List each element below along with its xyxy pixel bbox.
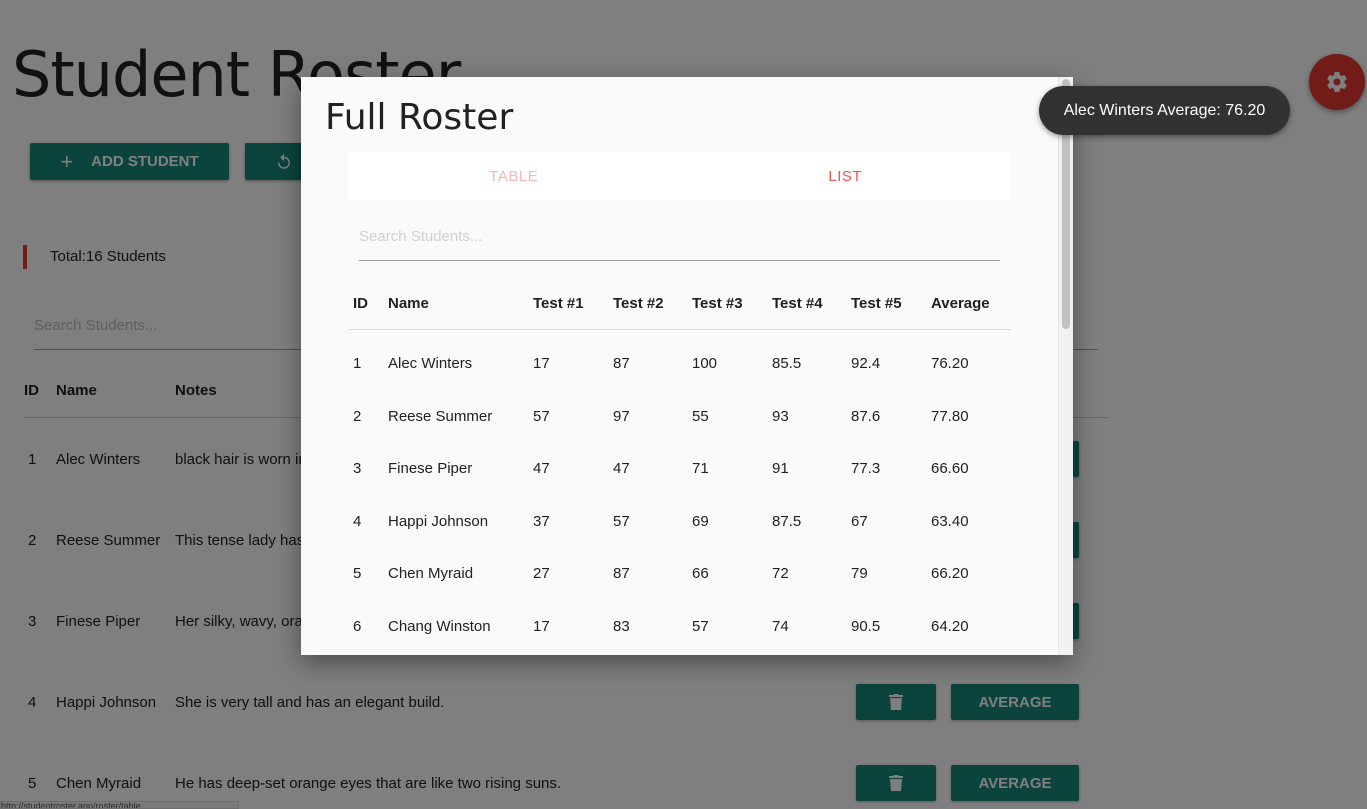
roster-row: 5 Chen Myraid 27 87 66 72 79 66.20 [348,548,1011,600]
roster-row: 4 Happi Johnson 37 57 69 87.5 67 63.40 [348,496,1011,548]
tab-table[interactable]: TABLE [348,152,680,200]
cell-test-1: 47 [533,460,550,477]
roster-row: 6 Chang Winston 17 83 57 74 90.5 64.20 [348,601,1011,653]
cell-test-2: 97 [613,408,630,425]
cell-id: 6 [353,618,362,635]
cell-test-3: 100 [692,355,718,372]
cell-test-4: 93 [772,408,789,425]
cell-test-2: 83 [613,618,630,635]
full-roster-modal: Full Roster TABLE LIST Search Students..… [301,77,1073,655]
tab-list[interactable]: LIST [680,152,1012,200]
header-name: Name [388,295,429,312]
cell-test-1: 57 [533,408,550,425]
cell-test-4: 87.5 [772,513,802,530]
view-tabs: TABLE LIST [348,152,1011,200]
roster-table-header: ID Name Test #1 Test #2 Test #3 Test #4 … [348,282,1011,330]
cell-average: 66.60 [931,460,969,477]
modal-search-input[interactable]: Search Students... [359,225,1000,261]
cell-test-2: 47 [613,460,630,477]
header-average: Average [931,295,990,312]
cell-test-3: 71 [692,460,709,477]
cell-average: 64.20 [931,618,969,635]
header-id: ID [353,295,368,312]
cell-test-3: 57 [692,618,709,635]
cell-test-1: 17 [533,355,550,372]
header-test-2: Test #2 [613,295,664,312]
cell-name: Alec Winters [388,355,473,372]
cell-name: Chang Winston [388,618,491,635]
cell-id: 1 [353,355,362,372]
cell-average: 77.80 [931,408,969,425]
header-test-4: Test #4 [772,295,823,312]
cell-test-1: 37 [533,513,550,530]
cell-test-5: 92.4 [851,355,881,372]
header-test-1: Test #1 [533,295,584,312]
cell-id: 3 [353,460,362,477]
cell-average: 66.20 [931,565,969,582]
cell-test-5: 87.6 [851,408,881,425]
cell-name: Finese Piper [388,460,473,477]
average-tooltip: Alec Winters Average: 76.20 [1039,86,1290,135]
cell-test-4: 91 [772,460,789,477]
cell-id: 5 [353,565,362,582]
roster-row: 1 Alec Winters 17 87 100 85.5 92.4 76.20 [348,338,1011,390]
cell-test-3: 69 [692,513,709,530]
cell-test-2: 87 [613,565,630,582]
cell-test-5: 77.3 [851,460,881,477]
roster-row: 2 Reese Summer 57 97 55 93 87.6 77.80 [348,391,1011,443]
cell-id: 4 [353,513,362,530]
cell-test-5: 79 [851,565,868,582]
cell-test-3: 66 [692,565,709,582]
cell-test-2: 87 [613,355,630,372]
header-test-3: Test #3 [692,295,743,312]
cell-test-4: 85.5 [772,355,802,372]
cell-test-3: 55 [692,408,709,425]
cell-name: Chen Myraid [388,565,474,582]
cell-test-5: 67 [851,513,868,530]
cell-test-4: 74 [772,618,789,635]
cell-average: 63.40 [931,513,969,530]
modal-title: Full Roster [325,97,514,138]
cell-test-2: 57 [613,513,630,530]
cell-average: 76.20 [931,355,969,372]
header-test-5: Test #5 [851,295,902,312]
cell-test-4: 72 [772,565,789,582]
roster-row: 3 Finese Piper 47 47 71 91 77.3 66.60 [348,443,1011,495]
cell-name: Reese Summer [388,408,493,425]
cell-id: 2 [353,408,362,425]
cell-test-5: 90.5 [851,618,881,635]
cell-name: Happi Johnson [388,513,489,530]
cell-test-1: 17 [533,618,550,635]
cell-test-1: 27 [533,565,550,582]
